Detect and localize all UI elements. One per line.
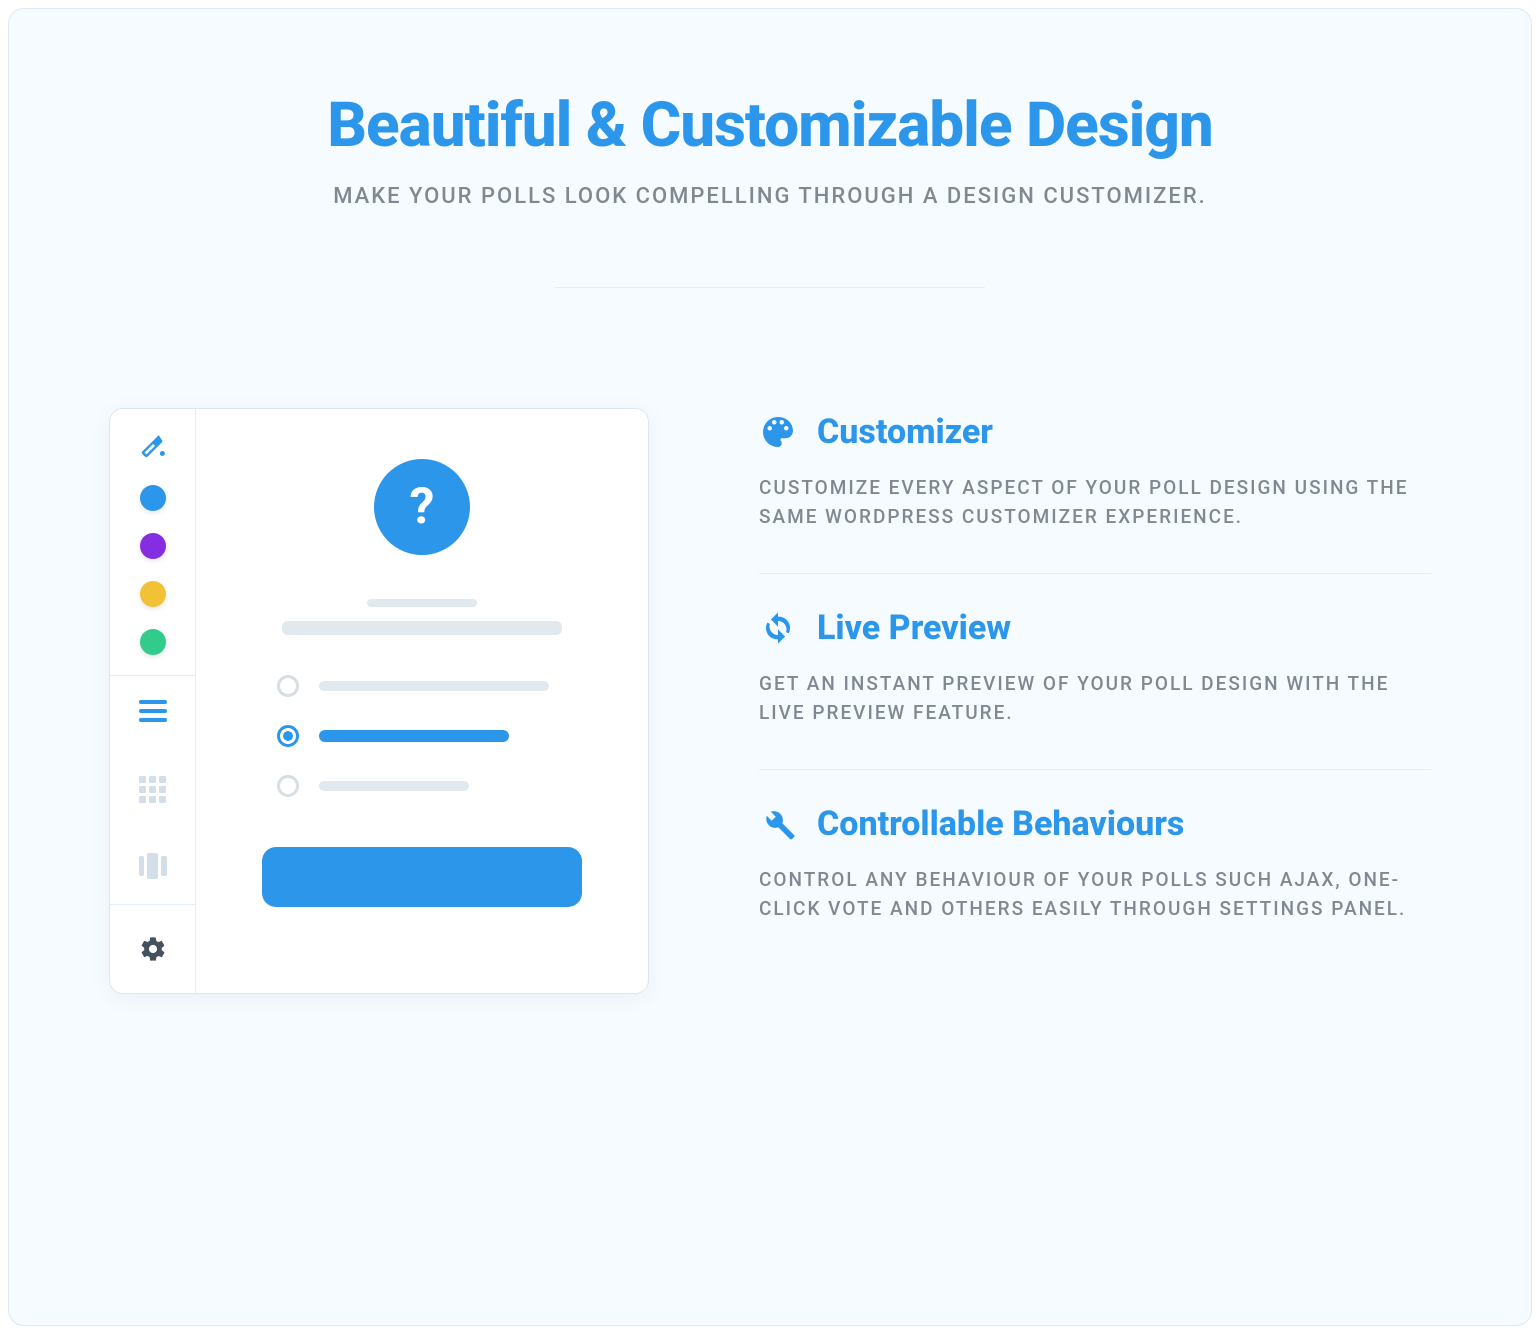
section-columns: ? [109,408,1431,994]
refresh-icon [759,609,797,647]
list-icon [139,700,167,728]
layout-mode-grid [110,752,195,828]
radio-selected-icon [277,725,299,747]
section-heading: Beautiful & Customizable Design Make you… [109,89,1431,209]
wrench-icon [759,805,797,843]
grid-icon [139,776,167,804]
color-swatch-green [140,629,166,655]
features-list: Customizer Customize every aspect of you… [759,408,1431,965]
radio-icon [277,675,299,697]
section-subtitle: Make your polls look compelling through … [109,184,1431,209]
feature-behaviours: Controllable Behaviours Control any beha… [759,769,1431,965]
poll-preview: ? [196,409,648,993]
settings-cell [110,905,195,993]
layout-mode-group [110,676,195,905]
color-swatch-group [110,409,195,676]
feature-heading: Controllable Behaviours [759,804,1431,844]
feature-heading: Live Preview [759,608,1431,648]
feature-panel: Beautiful & Customizable Design Make you… [8,8,1532,1326]
radio-icon [277,775,299,797]
layout-mode-list [110,676,195,752]
color-swatch-orange [140,581,166,607]
poll-subtitle-placeholder [282,621,562,635]
layout-mode-cards [110,828,195,904]
customizer-window: ? [109,408,649,994]
feature-customizer: Customizer Customize every aspect of you… [759,408,1431,573]
poll-option [277,775,567,797]
gear-icon [139,935,167,963]
feature-description: Get an instant preview of your poll desi… [759,670,1431,727]
customizer-sidebar [110,409,196,993]
poll-options [277,675,567,797]
section-divider [555,287,985,288]
question-bubble: ? [374,459,470,555]
feature-title: Customizer [817,412,993,452]
cards-icon [139,852,167,880]
palette-icon [759,413,797,451]
poll-title-placeholder [367,599,477,607]
poll-option [277,675,567,697]
option-bar [319,781,469,791]
customizer-mock: ? [109,408,649,994]
feature-heading: Customizer [759,412,1431,452]
option-bar-selected [319,730,509,742]
color-swatch-blue [140,485,166,511]
poll-option-selected [277,725,567,747]
feature-description: Customize every aspect of your poll desi… [759,474,1431,531]
fill-bucket-icon [136,429,170,463]
feature-live-preview: Live Preview Get an instant preview of y… [759,573,1431,769]
section-title: Beautiful & Customizable Design [109,89,1431,162]
feature-description: Control any behaviour of your polls such… [759,866,1431,923]
feature-title: Live Preview [817,608,1011,648]
vote-button [262,847,582,907]
option-bar [319,681,549,691]
feature-title: Controllable Behaviours [817,804,1184,844]
color-swatch-purple [140,533,166,559]
